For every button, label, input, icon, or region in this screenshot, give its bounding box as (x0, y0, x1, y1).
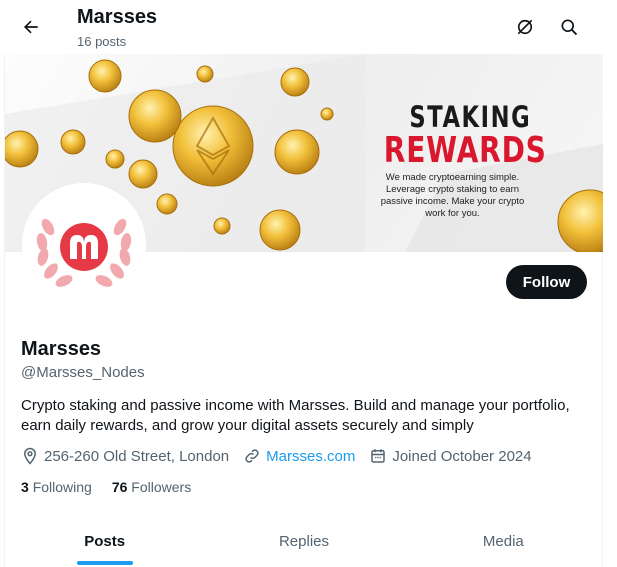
post-count: 16 posts (77, 34, 127, 49)
avatar[interactable] (22, 183, 146, 307)
followers-label: Followers (131, 479, 192, 495)
profile-handle: @Marsses_Nodes (21, 364, 145, 381)
top-bar: Marsses 16 posts (0, 0, 617, 54)
location-pin-icon (23, 447, 37, 465)
location-text: 256-260 Old Street, London (44, 447, 230, 465)
tab-posts-label: Posts (84, 533, 126, 550)
tab-media-label: Media (482, 533, 524, 550)
profile-tabs: Posts Replies Media (5, 516, 603, 567)
website-link[interactable]: Marsses.com (266, 448, 355, 465)
tab-replies[interactable]: Replies (204, 516, 403, 567)
banner-headline-1: STAKING (409, 100, 532, 134)
follow-button[interactable]: Follow (506, 265, 587, 299)
header-title: Marsses (77, 6, 158, 28)
profile-name: Marsses (21, 338, 102, 360)
search-icon[interactable] (554, 12, 584, 42)
location-item: 256-260 Old Street, London (21, 447, 229, 465)
followers-link[interactable]: 76 Followers (112, 479, 191, 495)
joined-item: Joined October 2024 (369, 447, 532, 465)
joined-text: Joined October 2024 (392, 447, 532, 465)
tab-posts[interactable]: Posts (5, 516, 204, 567)
active-tab-indicator (76, 561, 133, 565)
profile-meta: 256-260 Old Street, London Marsses.com J… (21, 446, 546, 466)
calendar-icon (371, 449, 386, 463)
tab-media[interactable]: Media (404, 516, 603, 567)
arrow-left-icon[interactable] (16, 12, 46, 42)
grok-icon[interactable] (510, 12, 540, 42)
marsses-logo-icon (36, 218, 132, 287)
following-count: 3 (21, 479, 29, 495)
tab-replies-label: Replies (278, 533, 329, 550)
following-label: Following (32, 479, 92, 495)
profile-bio: Crypto staking and passive income with M… (21, 397, 570, 434)
banner-tagline: We made cryptoearning simple. Leverage c… (380, 172, 525, 219)
followers-count: 76 (111, 479, 128, 495)
banner-headline-2: REWARDS (383, 130, 547, 171)
follow-stats: 3 Following 76 Followers (21, 479, 211, 495)
following-link[interactable]: 3 Following (21, 479, 92, 495)
link-icon (245, 449, 259, 463)
website-item[interactable]: Marsses.com (243, 447, 355, 465)
